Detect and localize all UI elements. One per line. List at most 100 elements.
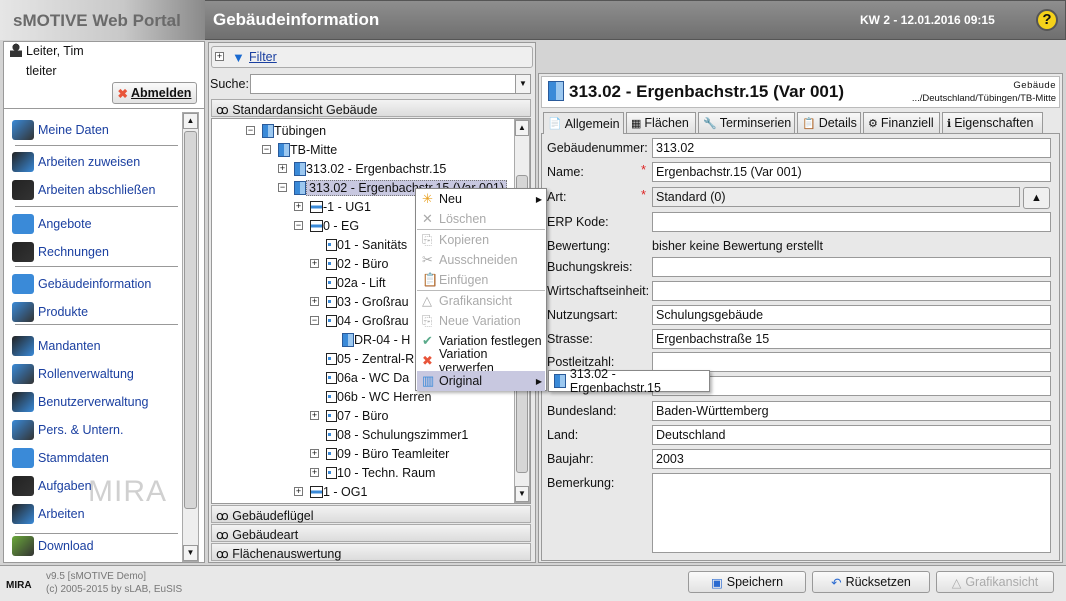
tree-node[interactable]: +03 - Großrau	[310, 292, 409, 311]
sidebar-item-gebäudeinformation[interactable]: Gebäudeinformation	[12, 272, 151, 296]
search-dropdown-icon[interactable]: ▼	[515, 74, 531, 94]
tree-node[interactable]: +06a - WC Da	[310, 368, 409, 387]
tree-node[interactable]: +01 - Sanitäts	[310, 235, 407, 254]
tab-flächen[interactable]: ▦ Flächen	[626, 112, 696, 133]
search-input[interactable]	[250, 74, 516, 94]
field-input[interactable]	[652, 352, 1051, 372]
sidebar-item-mandanten[interactable]: Mandanten	[12, 334, 101, 358]
accordion-flächenauswertung[interactable]: ꝏ Flächenauswertung	[211, 543, 531, 561]
field-input[interactable]: Deutschland	[652, 425, 1051, 445]
field-input[interactable]	[652, 281, 1051, 301]
sidebar-item-rollenverwaltung[interactable]: Rollenverwaltung	[12, 362, 134, 386]
save-button[interactable]: ▣ Speichern	[688, 571, 806, 593]
collapse-icon[interactable]: −	[278, 183, 287, 192]
tree-node[interactable]: −04 - Großrau	[310, 311, 409, 330]
field-input[interactable]: Ergenbachstr.15 (Var 001)	[652, 162, 1051, 182]
tree-node[interactable]: + -1 - UG1	[294, 197, 371, 216]
collapse-icon[interactable]: −	[262, 145, 271, 154]
accordion-gebäudeart[interactable]: ꝏ Gebäudeart	[211, 524, 531, 542]
menu-item-neu[interactable]: ✳ Neu ▶	[417, 189, 545, 209]
scroll-up-icon[interactable]: ▲	[515, 120, 529, 136]
expand-icon[interactable]: +	[294, 202, 303, 211]
view-header[interactable]: ꝏ Standardansicht Gebäude	[211, 99, 531, 117]
art-picker-button[interactable]: ▲	[1023, 187, 1050, 209]
tree-node[interactable]: +07 - Büro	[310, 406, 388, 425]
accordion-gebäudeflügel[interactable]: ꝏ Gebäudeflügel	[211, 505, 531, 523]
graphic-view-button[interactable]: △ Grafikansicht	[936, 571, 1054, 593]
collapse-icon[interactable]: −	[246, 126, 255, 135]
tree-node[interactable]: +09 - Büro Teamleiter	[310, 444, 449, 463]
sidebar-scrollbar[interactable]: ▲ ▼	[182, 112, 199, 562]
tree-node[interactable]: −0 - EG	[294, 216, 359, 235]
scroll-up-icon[interactable]: ▲	[183, 113, 198, 129]
tree-node[interactable]: − TB-Mitte	[262, 140, 337, 159]
menu-item-ausschneiden[interactable]: ✂ Ausschneiden	[417, 250, 545, 270]
field-input[interactable]	[652, 212, 1051, 232]
sidebar-item-angebote[interactable]: Angebote	[12, 212, 92, 236]
sidebar-item-aufgaben[interactable]: Aufgaben	[12, 474, 92, 498]
tree-node[interactable]: +06b - WC Herren	[310, 387, 431, 406]
sidebar-item-produkte[interactable]: Produkte	[12, 300, 88, 324]
field-input[interactable]: 313.02	[652, 138, 1051, 158]
collapse-icon[interactable]: −	[294, 221, 303, 230]
help-button[interactable]: ?	[1036, 9, 1058, 31]
field-input[interactable]: Baden-Württemberg	[652, 401, 1051, 421]
field-input[interactable]	[652, 257, 1051, 277]
tab-eigenschaften[interactable]: ℹ Eigenschaften	[942, 112, 1043, 133]
field-input[interactable]	[652, 376, 1051, 396]
sidebar-item-arbeiten[interactable]: Arbeiten	[12, 502, 85, 526]
gear-icon	[12, 504, 34, 524]
expand-icon[interactable]: +	[294, 487, 303, 496]
expand-icon[interactable]: +	[310, 259, 319, 268]
tab-details[interactable]: 📋 Details	[797, 112, 861, 133]
expand-icon[interactable]: +	[278, 164, 287, 173]
field-input[interactable]: 2003	[652, 449, 1051, 469]
expand-icon[interactable]: +	[310, 468, 319, 477]
menu-item-kopieren[interactable]: ⎘ Kopieren	[417, 230, 545, 250]
field-input[interactable]: Schulungsgebäude	[652, 305, 1051, 325]
menu-item-neue-variation[interactable]: ⎘ Neue Variation	[417, 311, 545, 331]
menu-item-variation-verwerfen[interactable]: ✖ Variation verwerfen	[417, 347, 545, 375]
scroll-thumb[interactable]	[184, 131, 197, 509]
invoice-icon	[12, 242, 34, 262]
tree-node[interactable]: +02a - Lift	[310, 273, 386, 292]
room-icon	[326, 295, 337, 308]
sidebar-item-benutzerverwaltung[interactable]: Benutzerverwaltung	[12, 390, 148, 414]
tab-terminserien[interactable]: 🔧 Terminserien	[698, 112, 795, 133]
sidebar-item-download[interactable]: Download	[12, 534, 94, 558]
scroll-down-icon[interactable]: ▼	[183, 545, 198, 561]
sidebar-item-pers-untern-[interactable]: Pers. & Untern.	[12, 418, 123, 442]
tree-node[interactable]: +1 - OG1	[294, 482, 367, 501]
field-input[interactable]: Standard (0)	[652, 187, 1020, 207]
logout-button[interactable]: ✖ Abmelden	[112, 82, 197, 104]
menu-item-grafikansicht[interactable]: △ Grafikansicht	[417, 291, 545, 311]
expand-icon[interactable]: +	[310, 449, 319, 458]
tree-node[interactable]: − Tübingen	[246, 121, 326, 140]
tab-finanziell[interactable]: ⚙ Finanziell	[863, 112, 940, 133]
field-input[interactable]	[652, 473, 1051, 553]
collapse-icon[interactable]: −	[310, 316, 319, 325]
sidebar-item-arbeiten-zuweisen[interactable]: Arbeiten zuweisen	[12, 150, 140, 174]
menu-item-löschen[interactable]: ✕ Löschen	[417, 209, 545, 229]
tab-allgemein[interactable]: 📄 Allgemein	[543, 112, 624, 134]
original-submenu-item[interactable]: 313.02 - Ergenbachstr.15	[548, 367, 710, 395]
filter-expand-icon[interactable]: +	[215, 52, 224, 61]
expand-icon[interactable]: +	[310, 297, 319, 306]
sidebar-item-stammdaten[interactable]: Stammdaten	[12, 446, 109, 470]
tree-node[interactable]: +02 - Büro	[310, 254, 388, 273]
sidebar-item-arbeiten-abschließen[interactable]: Arbeiten abschließen	[12, 178, 155, 202]
menu-item-original[interactable]: ▥ Original ▶	[417, 371, 545, 391]
filter-link[interactable]: Filter	[249, 50, 277, 64]
sidebar-item-rechnungen[interactable]: Rechnungen	[12, 240, 109, 264]
field-input[interactable]: Ergenbachstraße 15	[652, 329, 1051, 349]
tree-node[interactable]: +DR-04 - H	[326, 330, 410, 349]
tree-node[interactable]: +313.02 - Ergenbachstr.15	[278, 159, 446, 178]
sidebar-item-meine-daten[interactable]: Meine Daten	[12, 118, 109, 142]
tree-node[interactable]: +08 - Schulungszimmer1	[310, 425, 468, 444]
expand-icon[interactable]: +	[310, 411, 319, 420]
tree-node[interactable]: +10 - Techn. Raum	[310, 463, 435, 482]
scroll-down-icon[interactable]: ▼	[515, 486, 529, 502]
tree-node[interactable]: +05 - Zentral-R	[310, 349, 414, 368]
menu-item-einfügen[interactable]: 📋 Einfügen	[417, 270, 545, 290]
reset-button[interactable]: ↶ Rücksetzen	[812, 571, 930, 593]
